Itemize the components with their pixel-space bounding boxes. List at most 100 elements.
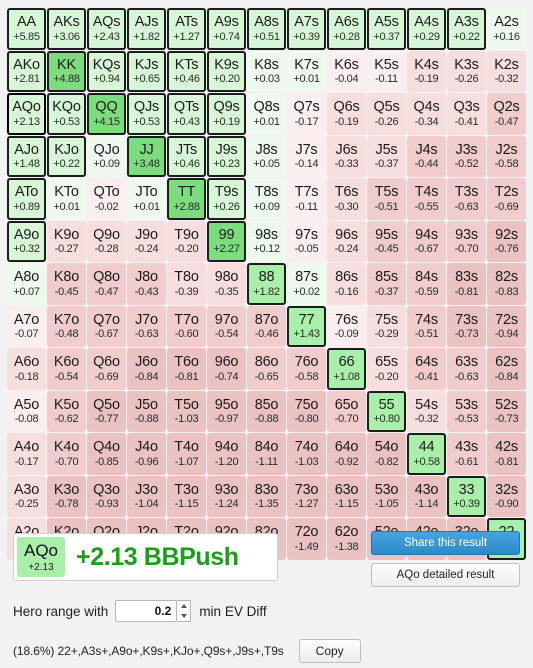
hand-cell-q8o[interactable]: Q8o -0.47 (87, 263, 126, 305)
hand-cell-qq[interactable]: QQ +4.15 (87, 93, 126, 135)
hand-cell-q5o[interactable]: Q5o -0.77 (87, 390, 126, 432)
hand-cell-63o[interactable]: 63o -1.15 (327, 475, 366, 517)
hand-cell-t8s[interactable]: T8s +0.09 (247, 178, 286, 220)
hand-cell-kqs[interactable]: KQs +0.94 (87, 50, 126, 92)
hand-cell-86o[interactable]: 86o -0.65 (247, 348, 286, 390)
hand-cell-a9o[interactable]: A9o +0.32 (7, 220, 46, 262)
hand-cell-k8o[interactable]: K8o -0.45 (47, 263, 86, 305)
hand-cell-q4s[interactable]: Q4s -0.34 (407, 93, 446, 135)
hand-cell-65s[interactable]: 65s -0.20 (367, 348, 406, 390)
hand-cell-93o[interactable]: 93o -1.24 (207, 475, 246, 517)
detailed-result-button[interactable]: AQo detailed result (371, 563, 520, 587)
hand-cell-j9o[interactable]: J9o -0.24 (127, 220, 166, 262)
hand-cell-75o[interactable]: 75o -0.80 (287, 390, 326, 432)
share-this-result-button[interactable]: Share this result (371, 531, 520, 555)
hand-cell-42s[interactable]: 42s -0.81 (487, 433, 526, 475)
hand-cell-53o[interactable]: 53o -1.05 (367, 475, 406, 517)
hand-cell-t6s[interactable]: T6s -0.30 (327, 178, 366, 220)
hand-cell-a9s[interactable]: A9s +0.74 (207, 8, 246, 50)
stepper-up-icon[interactable] (180, 604, 187, 608)
hand-cell-j8s[interactable]: J8s +0.05 (247, 135, 286, 177)
hand-cell-k9o[interactable]: K9o -0.27 (47, 220, 86, 262)
hand-cell-j6s[interactable]: J6s -0.33 (327, 135, 366, 177)
hand-cell-87o[interactable]: 87o -0.46 (247, 305, 286, 347)
hand-cell-54s[interactable]: 54s -0.32 (407, 390, 446, 432)
hand-cell-53s[interactable]: 53s -0.53 (447, 390, 486, 432)
hand-cell-t5s[interactable]: T5s -0.51 (367, 178, 406, 220)
hand-cell-a5o[interactable]: A5o -0.08 (7, 390, 46, 432)
hand-cell-a8s[interactable]: A8s +0.51 (247, 8, 286, 50)
hand-cell-74o[interactable]: 74o -1.03 (287, 433, 326, 475)
hand-cell-ats[interactable]: ATs +1.27 (167, 8, 206, 50)
hand-cell-99[interactable]: 99 +2.27 (207, 220, 246, 262)
hand-cell-75s[interactable]: 75s -0.29 (367, 305, 406, 347)
hand-cell-84s[interactable]: 84s -0.59 (407, 263, 446, 305)
hand-cell-76s[interactable]: 76s -0.09 (327, 305, 366, 347)
hand-cell-85s[interactable]: 85s -0.37 (367, 263, 406, 305)
hand-cell-aqo[interactable]: AQo +2.13 (7, 93, 46, 135)
hand-cell-ajs[interactable]: AJs +1.82 (127, 8, 166, 50)
hand-cell-j8o[interactable]: J8o -0.43 (127, 263, 166, 305)
hand-cell-96o[interactable]: 96o -0.74 (207, 348, 246, 390)
hand-cell-97o[interactable]: 97o -0.54 (207, 305, 246, 347)
hand-cell-98s[interactable]: 98s +0.12 (247, 220, 286, 262)
hand-cell-65o[interactable]: 65o -0.70 (327, 390, 366, 432)
hand-cell-aks[interactable]: AKs +3.06 (47, 8, 86, 50)
hand-cell-84o[interactable]: 84o -1.11 (247, 433, 286, 475)
hand-cell-q6s[interactable]: Q6s -0.19 (327, 93, 366, 135)
hand-cell-62s[interactable]: 62s -0.84 (487, 348, 526, 390)
hand-cell-k2s[interactable]: K2s -0.32 (487, 50, 526, 92)
hand-cell-kjs[interactable]: KJs +0.65 (127, 50, 166, 92)
hand-cell-k3s[interactable]: K3s -0.26 (447, 50, 486, 92)
hand-cell-jts[interactable]: JTs +0.46 (167, 135, 206, 177)
hand-cell-54o[interactable]: 54o -0.82 (367, 433, 406, 475)
hand-cell-jto[interactable]: JTo +0.01 (127, 178, 166, 220)
hand-cell-kts[interactable]: KTs +0.46 (167, 50, 206, 92)
hand-cell-qjs[interactable]: QJs +0.53 (127, 93, 166, 135)
hand-cell-t7s[interactable]: T7s -0.11 (287, 178, 326, 220)
hand-cell-qjo[interactable]: QJo +0.09 (87, 135, 126, 177)
hand-cell-qts[interactable]: QTs +0.43 (167, 93, 206, 135)
hand-cell-k7o[interactable]: K7o -0.48 (47, 305, 86, 347)
hand-cell-82s[interactable]: 82s -0.83 (487, 263, 526, 305)
hand-cell-q3o[interactable]: Q3o -0.93 (87, 475, 126, 517)
hand-cell-87s[interactable]: 87s +0.02 (287, 263, 326, 305)
hand-cell-j7o[interactable]: J7o -0.63 (127, 305, 166, 347)
hand-cell-a5s[interactable]: A5s +0.37 (367, 8, 406, 50)
hand-cell-kto[interactable]: KTo +0.01 (47, 178, 86, 220)
hand-cell-88[interactable]: 88 +1.82 (247, 263, 286, 305)
hand-cell-q9s[interactable]: Q9s +0.19 (207, 93, 246, 135)
hand-cell-44[interactable]: 44 +0.58 (407, 433, 446, 475)
hand-cell-q5s[interactable]: Q5s -0.26 (367, 93, 406, 135)
hand-cell-t4o[interactable]: T4o -1.07 (167, 433, 206, 475)
hand-cell-a2s[interactable]: A2s +0.16 (487, 8, 526, 50)
hand-cell-94o[interactable]: 94o -1.20 (207, 433, 246, 475)
hand-cell-j2s[interactable]: J2s -0.58 (487, 135, 526, 177)
hand-cell-95s[interactable]: 95s -0.45 (367, 220, 406, 262)
hand-cell-k8s[interactable]: K8s +0.03 (247, 50, 286, 92)
hand-cell-t8o[interactable]: T8o -0.39 (167, 263, 206, 305)
min-ev-diff-input[interactable] (115, 600, 178, 622)
hand-cell-k4s[interactable]: K4s -0.19 (407, 50, 446, 92)
hand-cell-a7s[interactable]: A7s +0.39 (287, 8, 326, 50)
hand-cell-j7s[interactable]: J7s -0.14 (287, 135, 326, 177)
hand-cell-q7s[interactable]: Q7s -0.17 (287, 93, 326, 135)
hand-cell-q7o[interactable]: Q7o -0.67 (87, 305, 126, 347)
hand-cell-a6s[interactable]: A6s +0.28 (327, 8, 366, 50)
hand-cell-33[interactable]: 33 +0.39 (447, 475, 486, 517)
hand-cell-k7s[interactable]: K7s +0.01 (287, 50, 326, 92)
hand-cell-98o[interactable]: 98o -0.35 (207, 263, 246, 305)
hand-cell-jj[interactable]: JJ +3.48 (127, 135, 166, 177)
hand-cell-j6o[interactable]: J6o -0.84 (127, 348, 166, 390)
hand-cell-k5s[interactable]: K5s -0.11 (367, 50, 406, 92)
hand-cell-73o[interactable]: 73o -1.27 (287, 475, 326, 517)
hand-cell-q3s[interactable]: Q3s -0.41 (447, 93, 486, 135)
hand-cell-t2s[interactable]: T2s -0.69 (487, 178, 526, 220)
hand-cell-32s[interactable]: 32s -0.90 (487, 475, 526, 517)
hand-cell-j3o[interactable]: J3o -1.04 (127, 475, 166, 517)
hand-cell-k6o[interactable]: K6o -0.54 (47, 348, 86, 390)
hand-cell-55[interactable]: 55 +0.80 (367, 390, 406, 432)
hand-cell-t5o[interactable]: T5o -1.03 (167, 390, 206, 432)
hand-cell-t9s[interactable]: T9s +0.26 (207, 178, 246, 220)
hand-cell-j5o[interactable]: J5o -0.88 (127, 390, 166, 432)
